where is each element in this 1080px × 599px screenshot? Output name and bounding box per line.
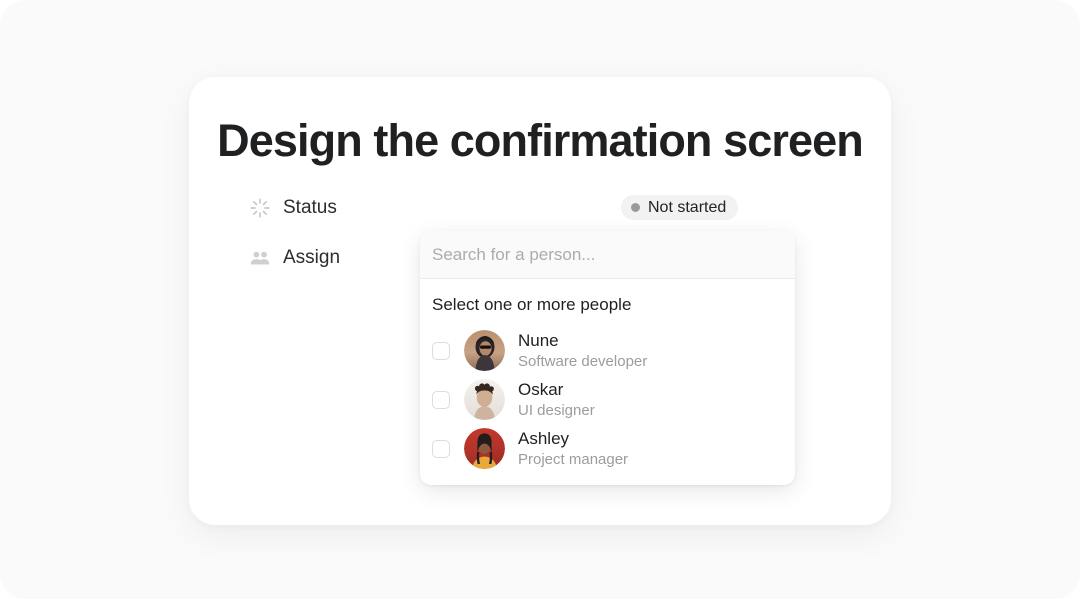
avatar [464, 379, 505, 420]
status-badge-label: Not started [648, 198, 727, 216]
list-item[interactable]: Ashley Project manager [420, 424, 795, 473]
person-name: Nune [518, 331, 559, 350]
status-dot-icon [631, 203, 640, 212]
person-name: Ashley [518, 429, 570, 448]
person-name: Oskar [518, 380, 564, 399]
person-role: Software developer [518, 353, 648, 370]
person-checkbox[interactable] [432, 390, 450, 409]
list-item[interactable]: Oskar UI designer [420, 375, 795, 424]
list-header: Select one or more people [432, 295, 632, 314]
avatar [464, 330, 505, 371]
avatar [464, 428, 505, 469]
people-icon [249, 247, 271, 269]
property-label-status: Status [283, 197, 337, 218]
list-item[interactable]: Nune Software developer [420, 326, 795, 375]
person-info: Oskar UI designer [518, 379, 595, 420]
search-input[interactable] [432, 244, 783, 265]
list-bottom-spacer [420, 473, 795, 485]
person-picker-dropdown: Select one or more people [420, 231, 795, 485]
person-role: Project manager [518, 451, 629, 468]
page-background: Design the confirmation screen Status No… [0, 0, 1080, 599]
person-role: UI designer [518, 402, 595, 419]
person-checkbox[interactable] [432, 439, 450, 458]
property-row-assign[interactable]: Assign [249, 243, 340, 273]
page-title: Design the confirmation screen [217, 115, 864, 166]
person-info: Nune Software developer [518, 330, 647, 371]
status-badge[interactable]: Not started [621, 195, 739, 220]
person-info: Ashley Project manager [518, 428, 628, 469]
property-row-status[interactable]: Status [249, 193, 337, 223]
property-label-assign: Assign [283, 247, 341, 268]
search-field[interactable] [420, 231, 795, 279]
person-checkbox[interactable] [432, 341, 450, 360]
spinner-icon [249, 197, 271, 219]
